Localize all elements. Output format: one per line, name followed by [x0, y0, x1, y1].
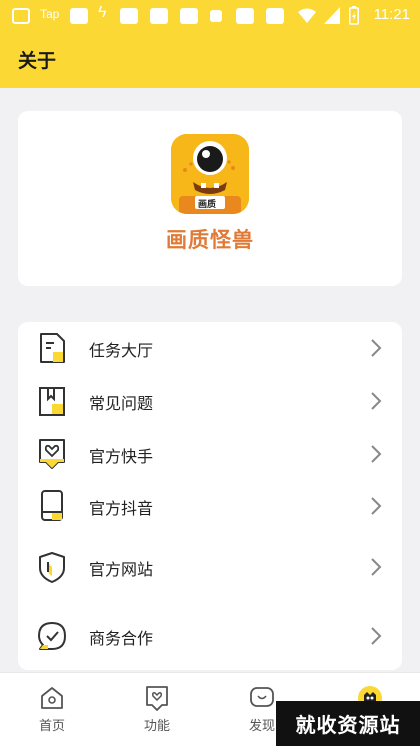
menu-item-website[interactable]: 官方网站 — [18, 543, 402, 591]
chevron-right-icon — [371, 392, 382, 410]
battery-icon — [349, 6, 359, 25]
chevron-right-icon — [371, 558, 382, 576]
chat-check-icon — [38, 622, 66, 650]
menu-item-task-hall[interactable]: 任务大厅 — [18, 324, 402, 372]
home-icon — [41, 687, 63, 709]
watermark-text: 就收资源站 — [295, 713, 401, 737]
app-name: 画质怪兽 — [166, 228, 254, 252]
status-time: 11:21 — [373, 6, 410, 23]
menu-item-label: 官方抖音 — [89, 499, 154, 518]
chevron-right-icon — [371, 627, 382, 645]
signal-icon — [324, 7, 340, 24]
image-notification-icon — [12, 8, 30, 24]
chevron-right-icon — [371, 497, 382, 515]
menu-item-label: 官方网站 — [89, 560, 154, 579]
app-bar: 关于 — [0, 32, 420, 88]
menu-item-business[interactable]: 商务合作 — [18, 612, 402, 660]
tab-features[interactable]: 功能 — [127, 681, 187, 741]
wifi-icon — [298, 8, 316, 23]
page-title: 关于 — [18, 50, 57, 72]
notification-icon — [236, 8, 254, 24]
discover-icon — [250, 687, 274, 707]
menu-item-label: 官方快手 — [89, 447, 154, 466]
app-logo: 画质 — [171, 134, 249, 214]
watermark-overlay: 就收资源站 — [276, 701, 420, 746]
kuaishou-heart-icon — [39, 439, 65, 469]
faq-book-icon — [39, 387, 65, 416]
menu-item-label: 商务合作 — [89, 629, 154, 648]
menu-item-kuaishou[interactable]: 官方快手 — [18, 430, 402, 478]
tab-home[interactable]: 首页 — [22, 681, 82, 741]
menu-item-faq[interactable]: 常见问题 — [18, 377, 402, 425]
phone-icon — [41, 490, 63, 521]
notification-icon — [150, 8, 168, 24]
feature-heart-icon — [146, 686, 168, 711]
chevron-right-icon — [371, 339, 382, 357]
lightning-icon: ϟ — [98, 4, 107, 21]
status-carrier-text: Tap — [40, 7, 60, 21]
chevron-right-icon — [371, 445, 382, 463]
app-info-card: 画质 画质怪兽 — [18, 111, 402, 286]
task-doc-icon — [40, 333, 65, 363]
menu-item-label: 任务大厅 — [89, 341, 154, 360]
tab-label: 功能 — [143, 719, 170, 734]
menu-item-label: 常见问题 — [89, 394, 154, 413]
notification-icon — [70, 8, 88, 24]
notification-icon — [120, 8, 138, 24]
menu-item-douyin[interactable]: 官方抖音 — [18, 482, 402, 530]
tab-label: 首页 — [38, 719, 65, 734]
notification-icon — [210, 10, 222, 22]
logo-label: 画质 — [198, 200, 217, 210]
shield-icon — [39, 552, 65, 583]
notification-icon — [180, 8, 198, 24]
menu-list: 任务大厅 常见问题 官方快手 官方抖音 官方网站 商务合作 — [18, 322, 402, 670]
notification-icon — [266, 8, 284, 24]
status-bar: Tap ϟ 11:21 — [0, 0, 420, 32]
